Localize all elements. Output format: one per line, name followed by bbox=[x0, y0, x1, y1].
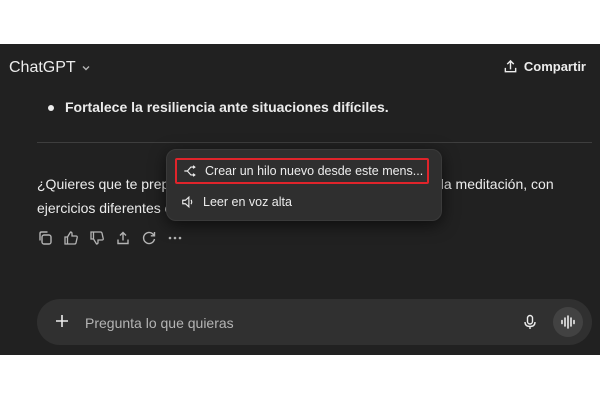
question-line1-start: ¿Quieres que te prep bbox=[37, 176, 170, 192]
thumbs-up-icon bbox=[64, 231, 78, 245]
dislike-button[interactable] bbox=[89, 230, 105, 246]
chatgpt-window: ChatGPT Compartir Fortalece la resilienc… bbox=[0, 44, 600, 355]
like-button[interactable] bbox=[63, 230, 79, 246]
share-message-button[interactable] bbox=[115, 230, 131, 246]
attach-button[interactable] bbox=[54, 313, 70, 334]
copy-icon bbox=[39, 231, 52, 245]
voice-mode-button[interactable] bbox=[553, 307, 583, 337]
microphone-icon bbox=[524, 314, 536, 329]
chevron-down-icon bbox=[82, 66, 90, 71]
share-icon bbox=[117, 231, 129, 245]
composer bbox=[37, 299, 592, 345]
plus-icon bbox=[56, 315, 68, 327]
more-icon bbox=[168, 236, 182, 240]
prompt-input[interactable] bbox=[83, 311, 507, 335]
top-bar: ChatGPT Compartir bbox=[0, 44, 600, 92]
share-label: Compartir bbox=[523, 59, 586, 74]
regenerate-button[interactable] bbox=[141, 230, 157, 246]
speaker-icon bbox=[182, 195, 193, 209]
model-name: ChatGPT bbox=[9, 59, 76, 76]
menu-item-read-aloud[interactable]: Leer en voz alta bbox=[175, 189, 431, 215]
model-selector[interactable]: ChatGPT bbox=[9, 59, 91, 77]
copy-button[interactable] bbox=[37, 230, 53, 246]
message-actions bbox=[37, 230, 183, 246]
more-button[interactable] bbox=[167, 230, 183, 246]
thumbs-down-icon bbox=[90, 231, 104, 245]
share-button[interactable]: Compartir bbox=[503, 59, 586, 74]
dictate-button[interactable] bbox=[522, 314, 538, 335]
regenerate-icon bbox=[142, 231, 156, 245]
menu-item-read-aloud-label: Leer en voz alta bbox=[203, 195, 292, 209]
divider bbox=[37, 142, 592, 143]
bullet-dot bbox=[48, 105, 54, 111]
menu-item-branch[interactable]: Crear un hilo nuevo desde este mens... bbox=[175, 158, 429, 184]
waveform-icon bbox=[561, 315, 575, 329]
upload-icon bbox=[504, 59, 517, 73]
question-line2: ejercicios diferentes c bbox=[37, 200, 172, 216]
context-menu: Crear un hilo nuevo desde este mens... L… bbox=[166, 149, 442, 221]
branch-icon bbox=[184, 165, 196, 177]
bullet-item: Fortalece la resiliencia ante situacione… bbox=[65, 99, 389, 115]
menu-item-branch-label: Crear un hilo nuevo desde este mens... bbox=[205, 164, 424, 178]
